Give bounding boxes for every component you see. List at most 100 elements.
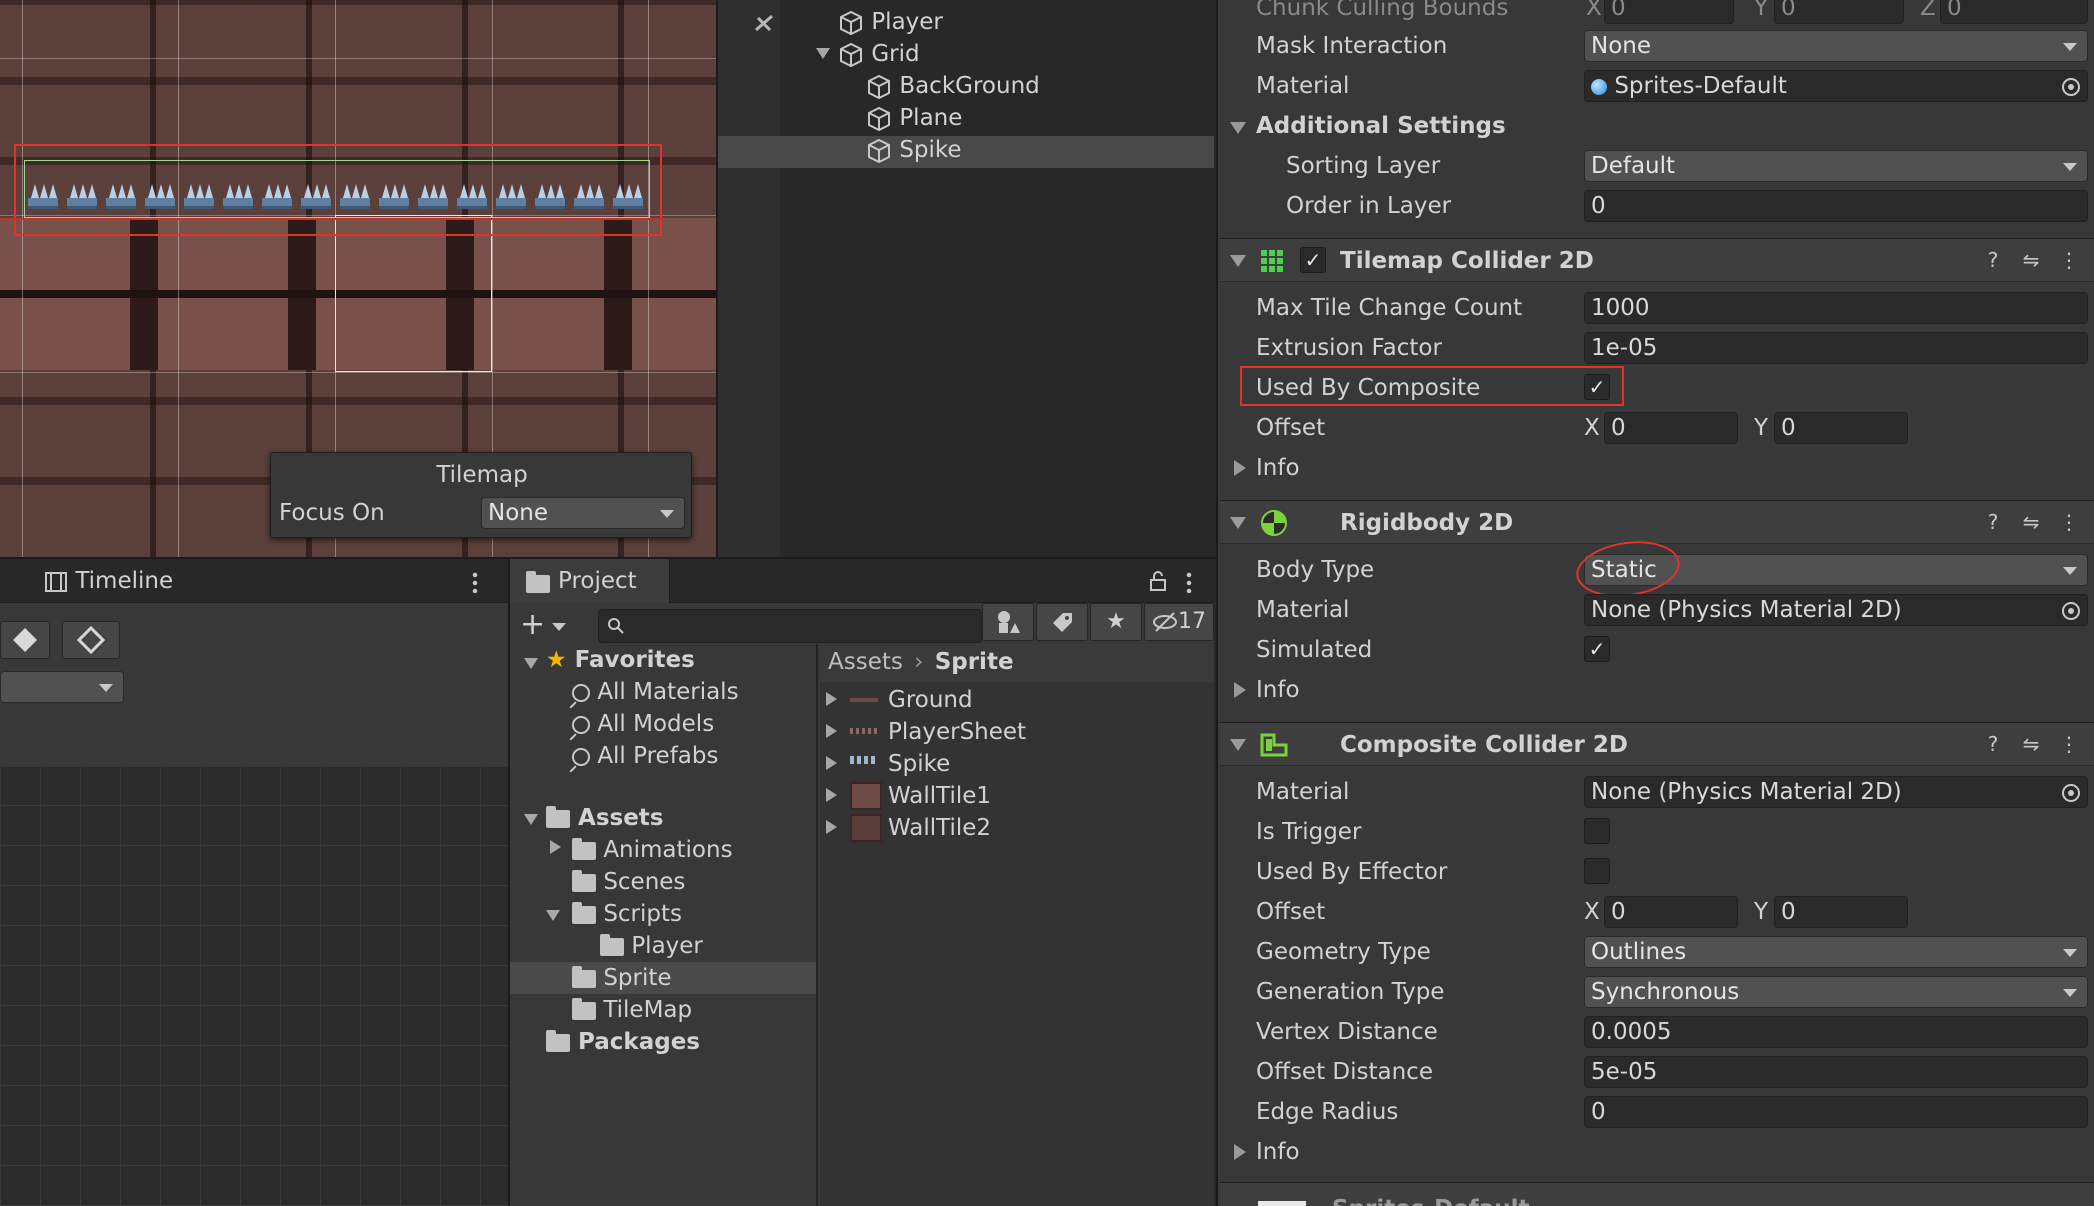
expand-arrow-icon[interactable] (1230, 517, 1246, 529)
help-icon[interactable]: ? (1980, 731, 2006, 757)
object-picker-icon[interactable] (2061, 601, 2081, 621)
folder-animations[interactable]: Animations (572, 834, 733, 866)
search-input[interactable] (598, 609, 982, 643)
folder-scripts[interactable]: Scripts (572, 898, 682, 930)
object-picker-icon[interactable] (2061, 783, 2081, 803)
asset-spike[interactable]: Spike (888, 748, 950, 780)
is-trigger-checkbox[interactable] (1584, 818, 1610, 844)
offset-distance-field[interactable]: 5e-05 (1584, 1056, 2088, 1088)
folder-tilemap[interactable]: TileMap (572, 994, 692, 1026)
asset-playersheet[interactable]: PlayerSheet (888, 716, 1026, 748)
expand-arrow-icon[interactable] (1230, 739, 1246, 751)
favorite-all-materials[interactable]: All Materials (572, 676, 739, 708)
composite-material-field[interactable]: None (Physics Material 2D) (1584, 776, 2088, 808)
expand-arrow-icon[interactable] (550, 840, 561, 854)
geometry-type-dropdown[interactable]: Outlines (1584, 936, 2088, 968)
more-options-icon[interactable]: ⋮ (2056, 731, 2082, 757)
hierarchy-item-spike[interactable]: Spike (866, 134, 962, 166)
rigidbody-header[interactable]: Rigidbody 2D ? ⇋ ⋮ (1220, 500, 2094, 544)
favorites-header[interactable]: ★ Favorites (546, 644, 695, 676)
material-field[interactable]: Sprites-Default (1584, 70, 2088, 102)
expand-arrow-icon[interactable] (1230, 255, 1246, 267)
object-picker-icon[interactable] (2061, 77, 2081, 97)
max-tile-field[interactable]: 1000 (1584, 292, 2088, 324)
expand-arrow-icon[interactable] (1234, 682, 1246, 698)
used-by-effector-checkbox[interactable] (1584, 858, 1610, 884)
packages-folder[interactable]: Packages (546, 1026, 700, 1058)
help-icon[interactable]: ? (1980, 247, 2006, 273)
focus-on-dropdown[interactable]: None (481, 497, 685, 529)
create-button[interactable]: + (520, 609, 566, 641)
filter-by-type-button[interactable] (982, 603, 1034, 641)
chunk-x-field[interactable]: 0 (1604, 0, 1734, 24)
expand-arrow-icon[interactable] (1234, 1144, 1246, 1160)
physics-material-field[interactable]: None (Physics Material 2D) (1584, 594, 2088, 626)
folder-sprite[interactable]: Sprite (572, 962, 672, 994)
folder-scenes[interactable]: Scenes (572, 866, 685, 898)
lock-icon[interactable] (1146, 569, 1170, 593)
component-enabled-checkbox[interactable]: ✓ (1300, 247, 1326, 273)
expand-arrow-icon[interactable] (1234, 460, 1246, 476)
hierarchy-item-plane[interactable]: Plane (866, 102, 962, 134)
expand-arrow-icon[interactable] (816, 48, 830, 59)
breadcrumb-assets[interactable]: Assets › Sprite (828, 646, 1014, 678)
asset-walltile1[interactable]: WallTile1 (888, 780, 991, 812)
hidden-packages-button[interactable]: 17 (1144, 603, 1214, 641)
expand-arrow-icon[interactable] (1230, 122, 1246, 134)
visibility-toggle-icon[interactable] (752, 10, 778, 36)
offset-x-field[interactable]: 0 (1604, 896, 1738, 928)
chunk-y-field[interactable]: 0 (1774, 0, 1904, 24)
panel-divider[interactable] (508, 559, 510, 1206)
generation-type-dropdown[interactable]: Synchronous (1584, 976, 2088, 1008)
additional-settings-foldout[interactable]: Additional Settings (1256, 110, 1506, 142)
hierarchy-item-background[interactable]: BackGround (866, 70, 1040, 102)
more-options-icon[interactable] (1186, 571, 1192, 593)
extrusion-field[interactable]: 1e-05 (1584, 332, 2088, 364)
expand-arrow-icon[interactable] (826, 756, 837, 770)
order-in-layer-field[interactable]: 0 (1584, 190, 2088, 222)
info-foldout[interactable]: Info (1256, 1136, 1300, 1168)
vertex-distance-field[interactable]: 0.0005 (1584, 1016, 2088, 1048)
filter-by-label-button[interactable] (1036, 603, 1088, 641)
material-header-partial[interactable]: Sprites-Default (1220, 1182, 2094, 1206)
help-icon[interactable]: ? (1980, 509, 2006, 535)
panel-divider[interactable] (0, 557, 1216, 559)
info-foldout[interactable]: Info (1256, 674, 1300, 706)
expand-arrow-icon[interactable] (524, 658, 538, 669)
timeline-tab[interactable]: Timeline (44, 565, 173, 597)
preset-icon[interactable]: ⇋ (2018, 509, 2044, 535)
simulated-checkbox[interactable]: ✓ (1584, 636, 1610, 662)
offset-x-field[interactable]: 0 (1604, 412, 1738, 444)
keyframe-record-button[interactable] (62, 621, 120, 659)
info-foldout[interactable]: Info (1256, 452, 1300, 484)
favorites-button[interactable]: ★ (1090, 603, 1142, 641)
offset-y-field[interactable]: 0 (1774, 412, 1908, 444)
more-options-icon[interactable]: ⋮ (2056, 509, 2082, 535)
offset-y-field[interactable]: 0 (1774, 896, 1908, 928)
hierarchy-item-player[interactable]: Player (838, 6, 943, 38)
edge-radius-field[interactable]: 0 (1584, 1096, 2088, 1128)
expand-arrow-icon[interactable] (826, 820, 837, 834)
folder-player[interactable]: Player (600, 930, 703, 962)
asset-walltile2[interactable]: WallTile2 (888, 812, 991, 844)
preset-icon[interactable]: ⇋ (2018, 247, 2044, 273)
scene-view[interactable]: Tilemap Focus On None (0, 0, 716, 557)
expand-arrow-icon[interactable] (826, 724, 837, 738)
tilemap-collider-header[interactable]: ✓ Tilemap Collider 2D ? ⇋ ⋮ (1220, 238, 2094, 282)
expand-arrow-icon[interactable] (826, 692, 837, 706)
more-options-icon[interactable] (472, 571, 478, 593)
preset-icon[interactable]: ⇋ (2018, 731, 2044, 757)
more-options-icon[interactable]: ⋮ (2056, 247, 2082, 273)
project-tab[interactable]: Project (510, 559, 670, 603)
favorite-all-prefabs[interactable]: All Prefabs (572, 740, 718, 772)
panel-divider[interactable] (716, 0, 718, 559)
timeline-track-area[interactable] (0, 767, 508, 1206)
chunk-z-field[interactable]: 0 (1940, 0, 2088, 24)
expand-arrow-icon[interactable] (826, 788, 837, 802)
assets-folder[interactable]: Assets (546, 802, 663, 834)
mask-interaction-dropdown[interactable]: None (1584, 30, 2088, 62)
asset-ground[interactable]: Ground (888, 684, 973, 716)
keyframe-button[interactable] (0, 621, 50, 659)
expand-arrow-icon[interactable] (546, 910, 560, 921)
expand-arrow-icon[interactable] (524, 814, 538, 825)
